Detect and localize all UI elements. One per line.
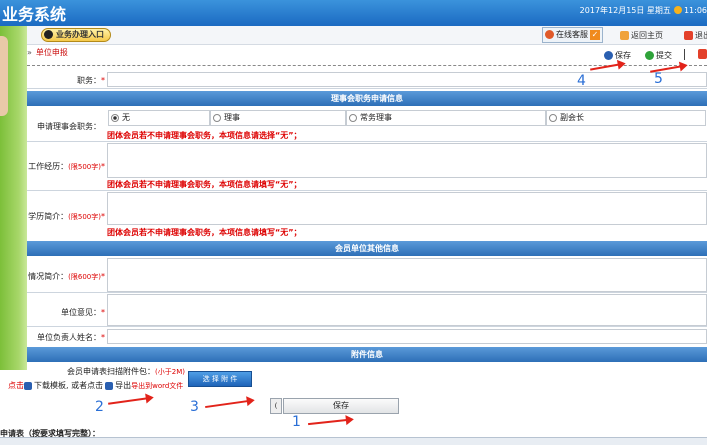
row-divider [27, 88, 707, 89]
business-entry-label: 业务办理入口 [56, 30, 104, 39]
leader-input[interactable] [107, 329, 707, 344]
radio-none-label: 无 [122, 113, 130, 122]
check-icon: ✓ [590, 29, 600, 40]
service-icon [545, 30, 554, 39]
clock-icon [673, 6, 682, 14]
annotation-2: 2 [95, 399, 104, 415]
business-entry-button[interactable]: 业务办理入口 [41, 28, 111, 42]
radio-executive-director[interactable]: 常务理事 [346, 110, 546, 126]
intro-label: 情况简介：(限600字)* [28, 272, 105, 281]
logout-icon [684, 31, 693, 40]
back-home-link[interactable]: 返回主页 [620, 30, 663, 41]
submit-action-label: 提交 [656, 51, 672, 60]
work-label: 工作经历：(限500字)* [28, 162, 105, 171]
radio-director-label: 理事 [224, 113, 240, 122]
header-time: 11:06 [683, 6, 707, 15]
radio-none[interactable]: 无 [108, 110, 210, 126]
note-fill-none-2: 团体会员若不申请理事会职务，本项信息请填写“无”； [107, 228, 302, 237]
position-input[interactable] [107, 72, 707, 87]
download-prefix: 点击 [8, 381, 24, 390]
annotation-1: 1 [292, 414, 301, 430]
back-home-label: 返回主页 [631, 31, 663, 40]
radio-icon [349, 113, 357, 122]
radio-icon [549, 113, 557, 122]
breadcrumb: » 单位申报 [27, 47, 68, 58]
toolbar: 业务办理入口 在线客服✓ 返回主页 退出 [27, 26, 707, 45]
arrow-icon [44, 30, 53, 39]
logout-link[interactable]: 退出 [684, 30, 707, 41]
radio-icon [213, 113, 221, 122]
banner-figure [0, 36, 8, 116]
word-icon[interactable] [24, 381, 32, 390]
work-textarea[interactable] [107, 143, 707, 178]
chevron-right-icon: » [27, 48, 32, 57]
download-template-link[interactable]: 下载模板, 或者点击 [34, 381, 103, 390]
red-arrow-1 [308, 418, 348, 426]
radio-vice-president[interactable]: 副会长 [546, 110, 706, 126]
row-divider [27, 190, 707, 191]
section-header-other: 会员单位其他信息 [27, 241, 707, 256]
row-divider [27, 326, 707, 327]
edu-label: 学历简介：(限500字)* [28, 212, 105, 221]
council-label: 申请理事会职务： [37, 122, 101, 131]
choose-attachment-button[interactable]: 选 择 附 件 [188, 371, 252, 387]
header-datetime: 2017年12月15日 星期五 11:06 [580, 5, 707, 16]
position-label: 职务：* [77, 76, 105, 85]
home-icon [620, 31, 629, 40]
save-button[interactable]: 保存 [283, 398, 399, 414]
section-header-attachments: 附件信息 [27, 347, 707, 362]
attach-label: 会员申请表扫描附件包：(小于2M) [67, 367, 185, 376]
exit-icon[interactable] [698, 49, 707, 59]
radio-executive-director-label: 常务理事 [360, 113, 392, 122]
annotation-3: 3 [190, 399, 199, 415]
export-icon[interactable] [105, 381, 114, 390]
export-link[interactable]: 导出 [115, 381, 131, 390]
red-arrow-2 [108, 397, 148, 405]
radio-selected-icon [111, 113, 119, 122]
annotation-5: 5 [654, 71, 663, 87]
leader-label: 单位负责人姓名：* [37, 333, 105, 342]
submit-action[interactable]: 提交 [645, 50, 672, 61]
section-header-council: 理事会职务申请信息 [27, 91, 707, 106]
red-arrow-3 [205, 399, 249, 409]
note-fill-none: 团体会员若不申请理事会职务，本项信息请填写“无”； [107, 180, 302, 189]
small-button[interactable]: ( [270, 398, 282, 414]
radio-director[interactable]: 理事 [210, 110, 346, 126]
divider [684, 49, 685, 60]
app-title: 业务系统 [2, 5, 67, 24]
intro-textarea[interactable] [107, 258, 707, 292]
export-suffix: 导出到word文件 [131, 382, 184, 390]
opinion-textarea[interactable] [107, 294, 707, 326]
template-line: 点击 下载模板, 或者点击 导出导出到word文件 [8, 380, 183, 391]
annotation-4: 4 [577, 73, 586, 89]
header-date: 2017年12月15日 星期五 [579, 6, 671, 15]
logout-label: 退出 [695, 31, 707, 40]
checkmark-icon [645, 51, 654, 60]
radio-vice-president-label: 副会长 [560, 113, 584, 122]
save-icon [604, 51, 613, 60]
opinion-label: 单位意见：* [61, 308, 105, 317]
note-select-none: 团体会员若不申请理事会职务，本项信息请选择“无”； [107, 131, 302, 140]
row-divider [27, 141, 707, 142]
row-divider [27, 292, 707, 293]
breadcrumb-current: 单位申报 [35, 48, 68, 57]
app-header: 业务系统 2017年12月15日 星期五 11:06 [0, 0, 707, 26]
edu-textarea[interactable] [107, 192, 707, 225]
online-service-button[interactable]: 在线客服 ✓ [542, 27, 603, 43]
online-service-label: 在线客服 [556, 30, 588, 39]
